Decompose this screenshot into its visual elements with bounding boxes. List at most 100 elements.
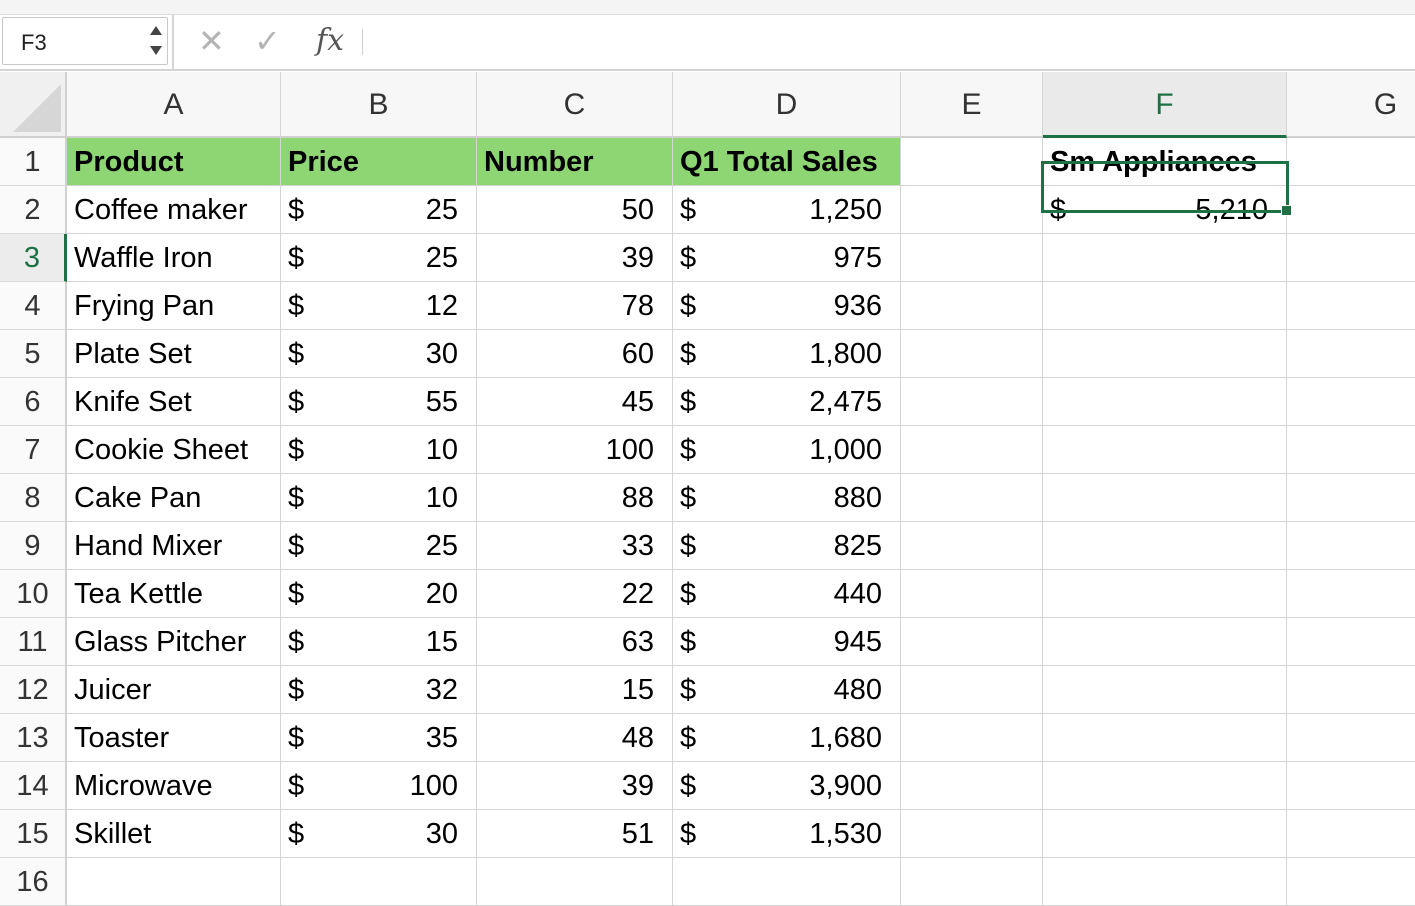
price-cell[interactable]: $30 (281, 810, 477, 858)
cell-f10[interactable] (1043, 570, 1287, 618)
header-q1-total-sales[interactable]: Q1 Total Sales (673, 138, 901, 186)
row-header-14[interactable]: 14 (0, 762, 67, 810)
cell-g7[interactable] (1287, 426, 1415, 474)
cell-e10[interactable] (901, 570, 1043, 618)
number-cell[interactable]: 88 (477, 474, 673, 522)
product-cell[interactable]: Microwave (67, 762, 281, 810)
column-header-d[interactable]: D (673, 72, 901, 138)
price-cell[interactable]: $12 (281, 282, 477, 330)
cell-f4[interactable] (1043, 282, 1287, 330)
product-cell[interactable]: Cookie Sheet (67, 426, 281, 474)
total-sales-cell[interactable]: $1,250 (673, 186, 901, 234)
row-header-16[interactable]: 16 (0, 858, 67, 906)
total-sales-cell[interactable]: $936 (673, 282, 901, 330)
number-cell[interactable]: 39 (477, 234, 673, 282)
number-cell[interactable]: 15 (477, 666, 673, 714)
cell-e1[interactable] (901, 138, 1043, 186)
cell-a16[interactable] (67, 858, 281, 906)
number-cell[interactable]: 45 (477, 378, 673, 426)
row-header-6[interactable]: 6 (0, 378, 67, 426)
product-cell[interactable]: Waffle Iron (67, 234, 281, 282)
enter-icon[interactable]: ✓ (254, 21, 281, 61)
row-header-3[interactable]: 3 (0, 234, 67, 282)
cell-e15[interactable] (901, 810, 1043, 858)
number-cell[interactable]: 48 (477, 714, 673, 762)
cell-f6[interactable] (1043, 378, 1287, 426)
product-cell[interactable]: Toaster (67, 714, 281, 762)
total-sales-cell[interactable]: $1,680 (673, 714, 901, 762)
cell-g10[interactable] (1287, 570, 1415, 618)
cell-c16[interactable] (477, 858, 673, 906)
product-cell[interactable]: Frying Pan (67, 282, 281, 330)
price-cell[interactable]: $55 (281, 378, 477, 426)
price-cell[interactable]: $100 (281, 762, 477, 810)
total-sales-cell[interactable]: $440 (673, 570, 901, 618)
select-all-button[interactable] (0, 72, 67, 138)
cell-e9[interactable] (901, 522, 1043, 570)
cell-g15[interactable] (1287, 810, 1415, 858)
row-header-7[interactable]: 7 (0, 426, 67, 474)
cell-f16[interactable] (1043, 858, 1287, 906)
cell-f9[interactable] (1043, 522, 1287, 570)
name-box[interactable]: F3 (2, 17, 168, 65)
total-sales-cell[interactable]: $480 (673, 666, 901, 714)
price-cell[interactable]: $25 (281, 234, 477, 282)
cell-f15[interactable] (1043, 810, 1287, 858)
row-header-15[interactable]: 15 (0, 810, 67, 858)
product-cell[interactable]: Cake Pan (67, 474, 281, 522)
cell-g11[interactable] (1287, 618, 1415, 666)
price-cell[interactable]: $25 (281, 186, 477, 234)
cell-g2[interactable] (1287, 186, 1415, 234)
cell-b16[interactable] (281, 858, 477, 906)
row-header-4[interactable]: 4 (0, 282, 67, 330)
header-price[interactable]: Price (281, 138, 477, 186)
cell-f11[interactable] (1043, 618, 1287, 666)
cell-e12[interactable] (901, 666, 1043, 714)
price-cell[interactable]: $20 (281, 570, 477, 618)
cell-g1[interactable] (1287, 138, 1415, 186)
price-cell[interactable]: $10 (281, 426, 477, 474)
product-cell[interactable]: Juicer (67, 666, 281, 714)
row-header-12[interactable]: 12 (0, 666, 67, 714)
total-sales-cell[interactable]: $880 (673, 474, 901, 522)
price-cell[interactable]: $10 (281, 474, 477, 522)
cell-g9[interactable] (1287, 522, 1415, 570)
row-header-10[interactable]: 10 (0, 570, 67, 618)
name-box-stepper[interactable] (149, 22, 163, 60)
cell-g5[interactable] (1287, 330, 1415, 378)
total-sales-cell[interactable]: $945 (673, 618, 901, 666)
product-cell[interactable]: Knife Set (67, 378, 281, 426)
total-sales-cell[interactable]: $1,530 (673, 810, 901, 858)
arrow-down-icon[interactable] (150, 46, 162, 55)
cancel-icon[interactable]: ✕ (198, 21, 225, 61)
cell-e13[interactable] (901, 714, 1043, 762)
cell-f13[interactable] (1043, 714, 1287, 762)
total-sales-cell[interactable]: $825 (673, 522, 901, 570)
cell-f7[interactable] (1043, 426, 1287, 474)
cell-f8[interactable] (1043, 474, 1287, 522)
price-cell[interactable]: $35 (281, 714, 477, 762)
row-header-1[interactable]: 1 (0, 138, 67, 186)
cell-g14[interactable] (1287, 762, 1415, 810)
product-cell[interactable]: Hand Mixer (67, 522, 281, 570)
cell-f14[interactable] (1043, 762, 1287, 810)
column-header-a[interactable]: A (67, 72, 281, 138)
formula-input[interactable] (372, 23, 1405, 61)
header-number[interactable]: Number (477, 138, 673, 186)
number-cell[interactable]: 22 (477, 570, 673, 618)
row-header-9[interactable]: 9 (0, 522, 67, 570)
cell-g4[interactable] (1287, 282, 1415, 330)
total-sales-cell[interactable]: $975 (673, 234, 901, 282)
cell-g12[interactable] (1287, 666, 1415, 714)
cell-d16[interactable] (673, 858, 901, 906)
number-cell[interactable]: 33 (477, 522, 673, 570)
price-cell[interactable]: $25 (281, 522, 477, 570)
total-sales-cell[interactable]: $1,000 (673, 426, 901, 474)
cell-g3[interactable] (1287, 234, 1415, 282)
number-cell[interactable]: 39 (477, 762, 673, 810)
total-sales-cell[interactable]: $2,475 (673, 378, 901, 426)
product-cell[interactable]: Coffee maker (67, 186, 281, 234)
insert-function-icon[interactable]: fx (316, 21, 344, 61)
total-sales-cell[interactable]: $3,900 (673, 762, 901, 810)
active-cell-F3[interactable] (1041, 161, 1292, 216)
